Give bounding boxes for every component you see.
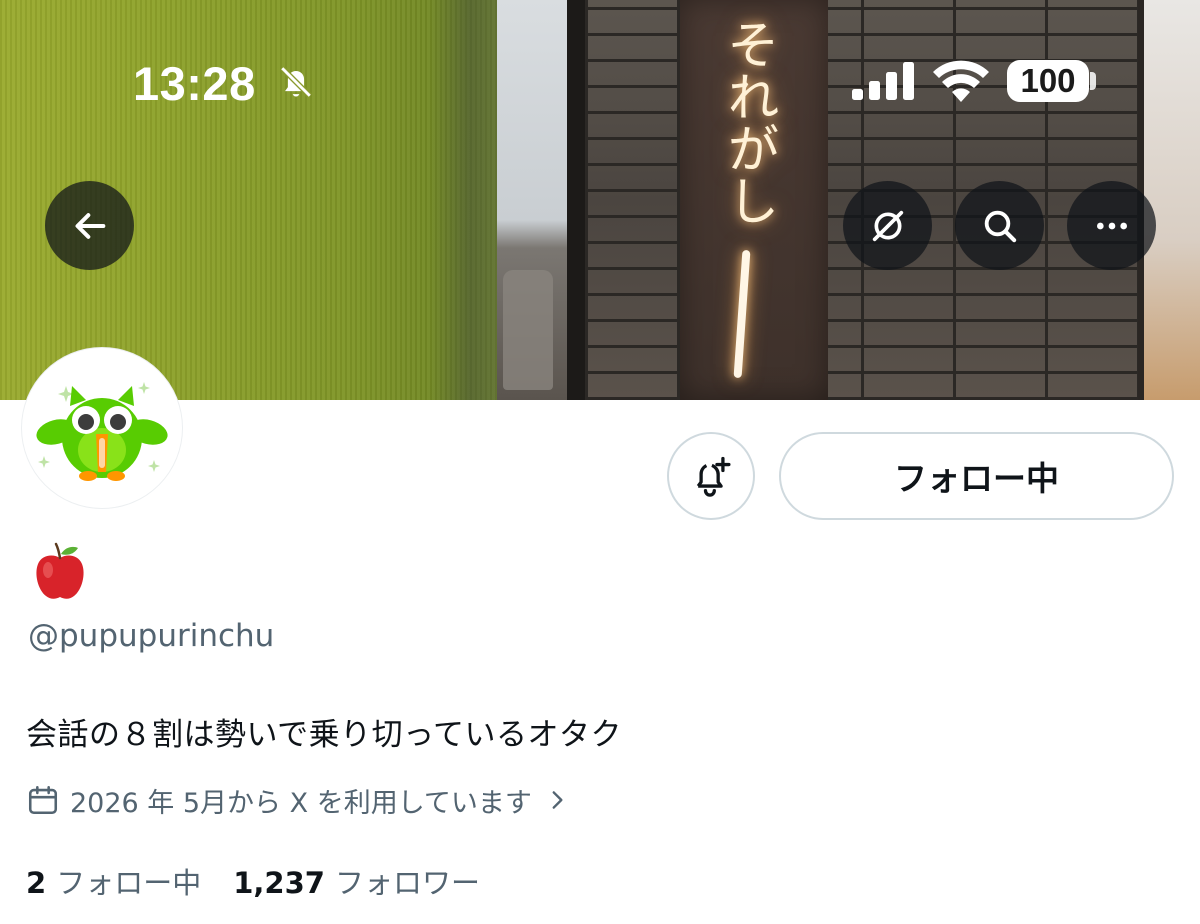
- following-button[interactable]: フォロー中: [779, 432, 1174, 520]
- profile-handle: @pupupurinchu: [28, 618, 275, 654]
- banner-pillar: [567, 0, 585, 400]
- avatar[interactable]: [22, 348, 182, 508]
- notify-button[interactable]: [667, 432, 755, 520]
- joined-date[interactable]: 2026 年 5月から X を利用しています: [26, 780, 570, 820]
- joined-date-text: 2026 年 5月から X を利用しています: [70, 787, 532, 819]
- battery-indicator: 100: [1007, 60, 1089, 102]
- grok-button[interactable]: [843, 181, 932, 270]
- banner-sign-text: それがし: [718, 18, 778, 226]
- following-stat[interactable]: 2 フォロー中: [26, 860, 201, 902]
- calendar-icon: [28, 785, 58, 815]
- banner-chair: [503, 270, 553, 390]
- chevron-right-icon: [552, 791, 563, 809]
- following-count: 2: [26, 866, 47, 900]
- following-label: フォロー中: [56, 866, 202, 900]
- cellular-signal-icon: [852, 62, 914, 100]
- bell-slash-icon: [280, 66, 312, 98]
- bell-plus-icon: [696, 456, 731, 497]
- battery-tip: [1090, 72, 1096, 90]
- back-button[interactable]: [45, 181, 134, 270]
- banner-right-edge: [1140, 0, 1200, 400]
- owl-avatar-image: [26, 352, 178, 504]
- grok-icon: [872, 210, 903, 241]
- followers-stat[interactable]: 1,237 フォロワー: [233, 860, 480, 902]
- follow-stats: 2 フォロー中 1,237 フォロワー: [26, 860, 480, 902]
- more-button[interactable]: [1067, 181, 1156, 270]
- search-button[interactable]: [955, 181, 1044, 270]
- more-horizontal-icon: [1096, 222, 1127, 229]
- display-name: [28, 540, 92, 604]
- followers-label: フォロワー: [334, 866, 480, 900]
- banner-curtain-shade: [430, 0, 497, 400]
- followers-count: 1,237: [233, 866, 325, 900]
- search-icon: [984, 210, 1016, 242]
- wifi-icon: [933, 60, 989, 102]
- profile-bio: 会話の８割は勢いで乗り切っているオタク: [26, 717, 623, 753]
- status-time: 13:28: [133, 57, 256, 110]
- apple-emoji-icon: [36, 542, 84, 599]
- arrow-left-icon: [75, 212, 105, 239]
